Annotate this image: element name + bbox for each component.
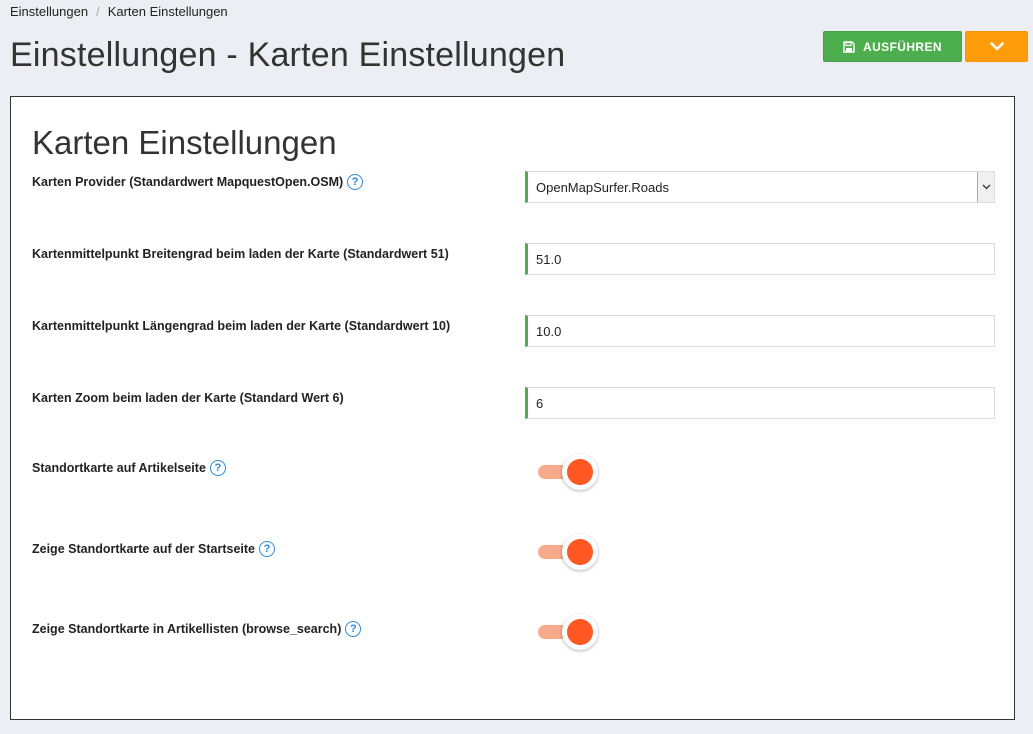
longitude-input[interactable]: 10.0 xyxy=(525,315,995,347)
help-icon[interactable]: ? xyxy=(347,174,364,190)
map-provider-select[interactable]: OpenMapSurfer.Roads xyxy=(525,171,995,203)
setting-label-text: Kartenmittelpunkt Längengrad beim laden … xyxy=(32,319,451,333)
run-button[interactable]: AUSFÜHREN xyxy=(823,31,962,62)
breadcrumb-item-current: Karten Einstellungen xyxy=(107,4,228,19)
setting-label-article-page-map: Standortkarte auf Artikelseite ? xyxy=(32,460,226,476)
chevron-down-icon xyxy=(989,38,1004,56)
setting-label-text: Karten Zoom beim laden der Karte (Standa… xyxy=(32,391,344,405)
article-page-map-toggle[interactable] xyxy=(536,454,600,490)
help-icon[interactable]: ? xyxy=(345,621,362,637)
page-title: Einstellungen - Karten Einstellungen xyxy=(10,36,566,74)
setting-label-start-page-map: Zeige Standortkarte auf der Startseite ? xyxy=(32,541,275,557)
run-button-label: AUSFÜHREN xyxy=(863,39,942,54)
zoom-input[interactable]: 6 xyxy=(525,387,995,419)
section-title: Karten Einstellungen xyxy=(32,124,337,161)
setting-label-text: Kartenmittelpunkt Breitengrad beim laden… xyxy=(32,247,449,261)
latitude-input[interactable]: 51.0 xyxy=(525,243,995,275)
setting-label-map-provider: Karten Provider (Standardwert MapquestOp… xyxy=(32,174,364,190)
setting-label-text: Standortkarte auf Artikelseite xyxy=(32,461,206,475)
toggle-knob xyxy=(562,534,598,570)
breadcrumb-separator: / xyxy=(96,4,100,19)
toggle-knob xyxy=(562,454,598,490)
help-icon[interactable]: ? xyxy=(209,460,226,476)
breadcrumb: Einstellungen / Karten Einstellungen xyxy=(10,4,228,19)
setting-label-longitude: Kartenmittelpunkt Längengrad beim laden … xyxy=(32,319,450,333)
setting-label-text: Karten Provider (Standardwert MapquestOp… xyxy=(32,175,344,189)
chevron-down-icon xyxy=(977,172,994,202)
setting-label-text: Zeige Standortkarte auf der Startseite xyxy=(32,542,255,556)
setting-label-zoom: Karten Zoom beim laden der Karte (Standa… xyxy=(32,391,344,405)
article-list-map-toggle[interactable] xyxy=(536,614,600,650)
toggle-knob xyxy=(562,614,598,650)
settings-panel: Karten Einstellungen Karten Provider (St… xyxy=(10,96,1015,720)
help-icon[interactable]: ? xyxy=(258,541,275,557)
save-icon xyxy=(843,40,855,53)
map-provider-value: OpenMapSurfer.Roads xyxy=(536,179,669,195)
more-actions-button[interactable] xyxy=(965,31,1028,62)
setting-label-text: Zeige Standortkarte in Artikellisten (br… xyxy=(32,622,342,636)
setting-label-article-list-map: Zeige Standortkarte in Artikellisten (br… xyxy=(32,621,362,637)
setting-label-latitude: Kartenmittelpunkt Breitengrad beim laden… xyxy=(32,247,449,261)
breadcrumb-item-einstellungen[interactable]: Einstellungen xyxy=(10,4,88,19)
start-page-map-toggle[interactable] xyxy=(536,534,600,570)
